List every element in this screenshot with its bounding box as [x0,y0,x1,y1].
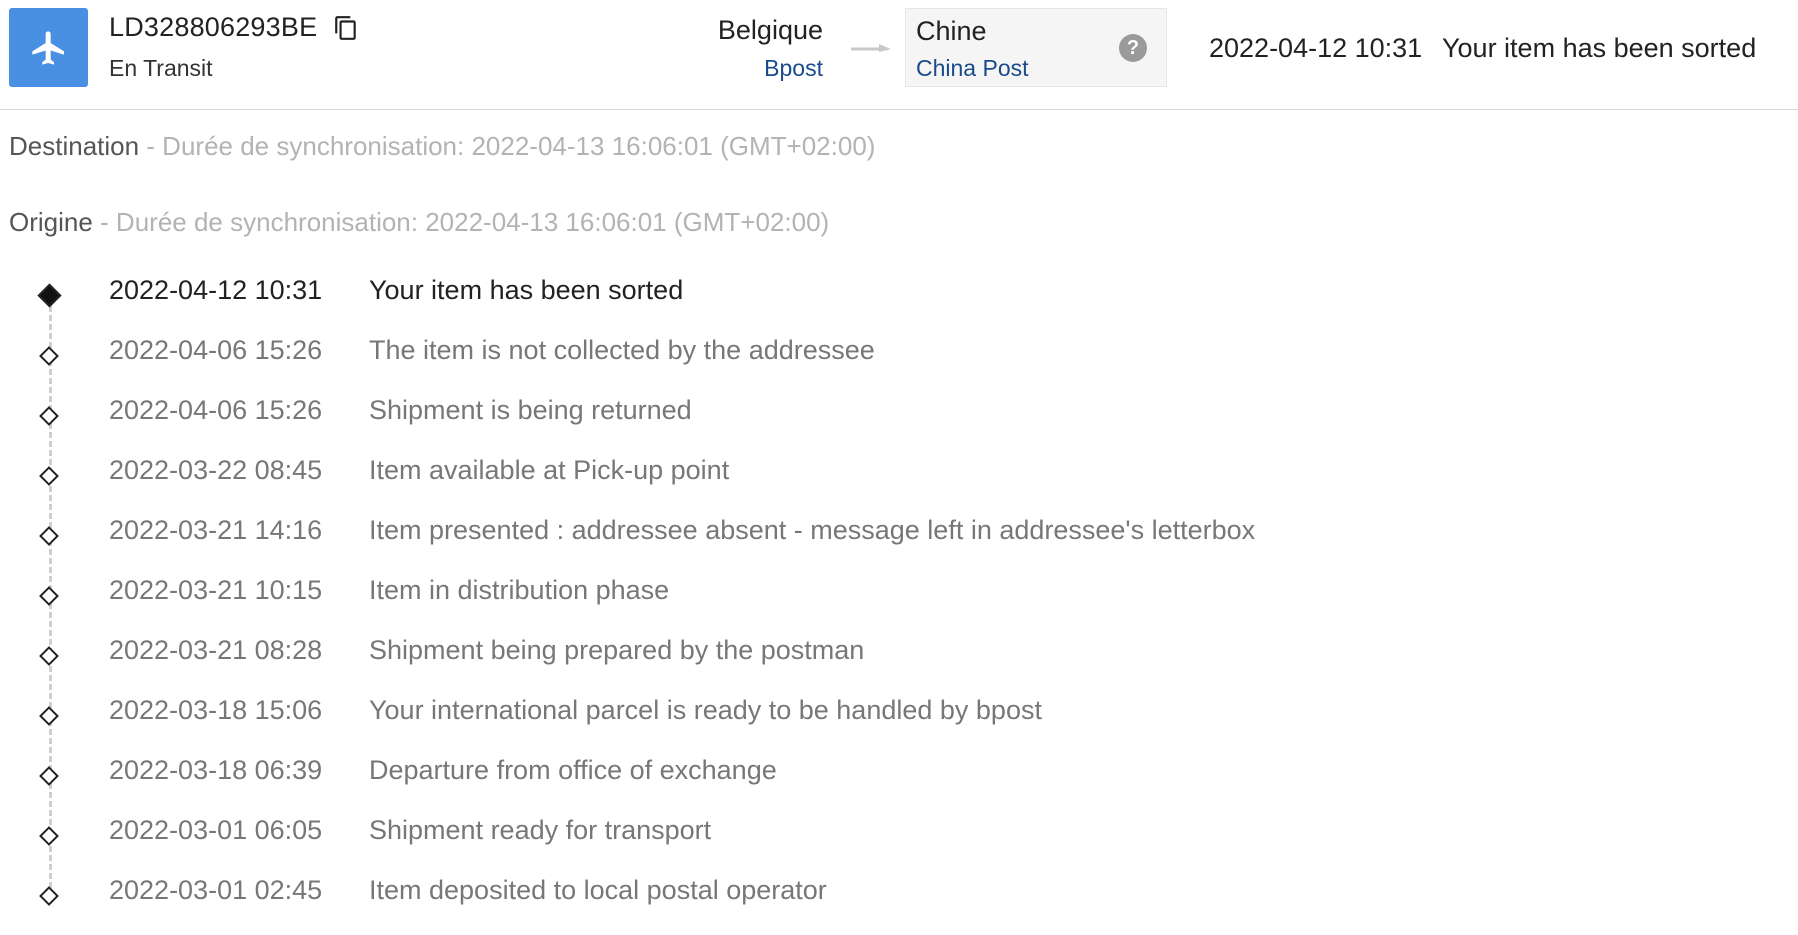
destination-country: Chine [916,16,987,46]
help-icon[interactable]: ? [1119,34,1147,62]
event-time: 2022-03-01 02:45 [109,875,323,905]
current-event-marker-icon [37,283,62,308]
event-marker-icon [39,826,59,846]
event-time: 2022-03-18 06:39 [109,755,323,785]
event-marker-icon [39,646,59,666]
destination-sync-detail: - Durée de synchronisation: 2022-04-13 1… [139,131,876,161]
destination-sync-label: Destination [9,131,140,161]
event-time: 2022-03-21 14:16 [109,515,323,545]
event-marker-icon [39,766,59,786]
origin-carrier-link[interactable]: Bpost [764,55,823,82]
event-time: 2022-03-18 15:06 [109,695,323,725]
event-description: The item is not collected by the address… [369,335,875,365]
event-description: Your item has been sorted [369,275,684,305]
timeline-event: 2022-03-21 08:28 Shipment being prepared… [0,635,1798,695]
event-description: Item deposited to local postal operator [369,875,827,905]
timeline-event: 2022-04-06 15:26 The item is not collect… [0,335,1798,395]
origin-country: Belgique [717,15,823,45]
timeline-event: 2022-03-21 10:15 Item in distribution ph… [0,575,1798,635]
timeline-event: 2022-03-18 06:39 Departure from office o… [0,755,1798,815]
timeline-event: 2022-03-18 15:06 Your international parc… [0,695,1798,755]
event-time: 2022-04-06 15:26 [109,395,323,425]
shipment-status: En Transit [109,55,213,81]
event-marker-icon [39,466,59,486]
timeline-event: 2022-03-01 02:45 Item deposited to local… [0,875,1798,935]
timeline-event: 2022-04-12 10:31 Your item has been sort… [0,275,1798,335]
origin-sync-label: Origine [9,207,93,237]
event-marker-icon [39,526,59,546]
event-time: 2022-03-01 06:05 [109,815,323,845]
timeline-event: 2022-03-22 08:45 Item available at Pick-… [0,455,1798,515]
destination-box: Chine China Post ? [905,8,1167,87]
latest-event-time: 2022-04-12 10:31 [1209,33,1423,63]
airplane-icon [9,8,88,87]
event-time: 2022-03-21 10:15 [109,575,323,605]
event-description: Your international parcel is ready to be… [369,695,1042,725]
event-description: Item available at Pick-up point [369,455,730,485]
event-marker-icon [39,406,59,426]
event-marker-icon [39,886,59,906]
timeline-event: 2022-03-21 14:16 Item presented : addres… [0,515,1798,575]
timeline-event: 2022-04-06 15:26 Shipment is being retur… [0,395,1798,455]
event-marker-icon [39,346,59,366]
destination-sync-info: Destination - Durée de synchronisation: … [9,131,875,162]
copy-icon[interactable] [333,14,359,42]
event-description: Shipment is being returned [369,395,692,425]
event-time: 2022-04-06 15:26 [109,335,323,365]
arrow-right-icon [849,39,893,57]
event-time: 2022-03-22 08:45 [109,455,323,485]
event-description: Item presented : addressee absent - mess… [369,515,1256,545]
event-description: Shipment ready for transport [369,815,712,845]
event-description: Shipment being prepared by the postman [369,635,865,665]
origin-sync-info: Origine - Durée de synchronisation: 2022… [9,207,829,238]
timeline-event: 2022-03-01 06:05 Shipment ready for tran… [0,815,1798,875]
latest-event-description: Your item has been sorted [1442,33,1757,63]
event-marker-icon [39,706,59,726]
tracking-header: LD328806293BE En Transit Belgique Bpost … [0,0,1798,110]
event-time: 2022-03-21 08:28 [109,635,323,665]
event-time: 2022-04-12 10:31 [109,275,323,305]
origin-sync-detail: - Durée de synchronisation: 2022-04-13 1… [92,207,830,237]
destination-carrier-link[interactable]: China Post [916,55,1029,82]
event-description: Departure from office of exchange [369,755,777,785]
event-description: Item in distribution phase [369,575,670,605]
tracking-number: LD328806293BE [109,12,318,42]
event-marker-icon [39,586,59,606]
